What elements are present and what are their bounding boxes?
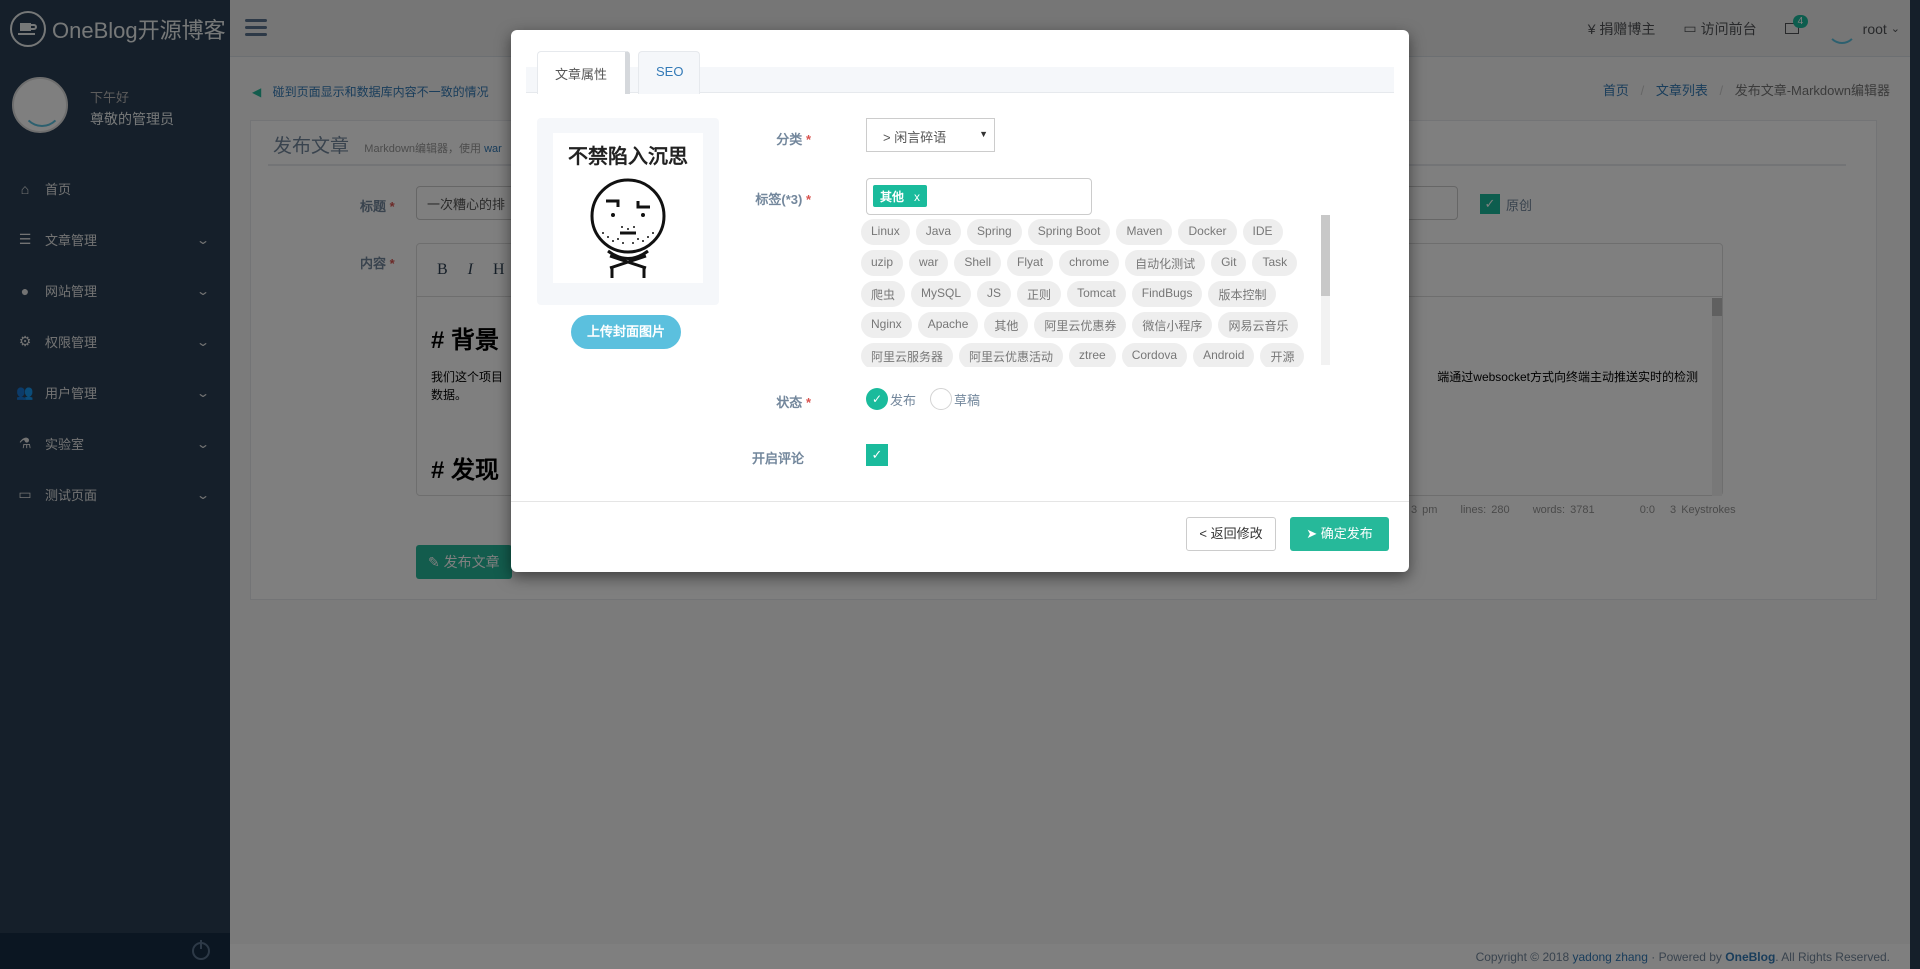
tag-option[interactable]: JS — [977, 280, 1012, 307]
tag-option[interactable]: 微信小程序 — [1132, 311, 1213, 338]
tag-option[interactable]: Cordova — [1121, 342, 1188, 367]
tag-option[interactable]: 阿里云优惠券 — [1034, 311, 1127, 338]
tag-option[interactable]: 自动化测试 — [1125, 249, 1206, 276]
modal-tabs: 文章属性 SEO — [526, 51, 1394, 94]
status-label: 状态 * — [691, 392, 811, 411]
back-to-edit-button[interactable]: < 返回修改 — [1186, 517, 1276, 551]
tag-option[interactable]: MySQL — [911, 280, 972, 307]
tag-option[interactable]: uzip — [861, 249, 904, 276]
tag-option[interactable]: 开源 — [1260, 342, 1305, 367]
tag-option[interactable]: Apache — [917, 311, 979, 338]
tag-option[interactable]: Task — [1252, 249, 1298, 276]
tag-cloud-scrollbar[interactable] — [1321, 215, 1330, 365]
tag-cloud: Linux Java Spring Spring Boot Maven Docker IDE… — [861, 216, 1321, 367]
tag-row: Nginx Apache 其他 阿里云优惠券 微信小程序 网易云音乐 — [861, 309, 1321, 340]
tag-option[interactable]: chrome — [1059, 249, 1120, 276]
required-mark: * — [805, 395, 811, 410]
comment-label: 开启评论 — [751, 451, 804, 466]
enable-comment-checkbox[interactable]: ✓ — [866, 444, 888, 466]
tag-option[interactable]: 版本控制 — [1208, 280, 1277, 307]
category-label: 分类 * — [691, 129, 811, 148]
cover-image[interactable]: 不禁陷入沉思 — [553, 133, 703, 283]
tag-option[interactable]: Spring — [967, 218, 1022, 245]
required-mark: * — [805, 192, 811, 207]
tag-row: 爬虫 MySQL JS 正则 Tomcat FindBugs 版本控制 — [861, 278, 1321, 309]
category-value: > 闲言碎语 — [883, 130, 947, 145]
category-label-text: 分类 — [776, 132, 803, 147]
tag-row: 阿里云服务器 阿里云优惠活动 ztree Cordova Android 开源 — [861, 340, 1321, 367]
tag-option[interactable]: 其他 — [984, 311, 1029, 338]
confirm-publish-button[interactable]: ➤ 确定发布 — [1290, 517, 1389, 551]
selected-tag: 其他 x — [873, 185, 928, 207]
required-mark: * — [805, 132, 811, 147]
tags-input[interactable]: 其他 x — [866, 178, 1092, 215]
tag-option[interactable]: 网易云音乐 — [1218, 311, 1299, 338]
status-draft-radio[interactable] — [930, 388, 953, 410]
publish-modal: 文章属性 SEO 不禁陷入沉思 上传封面图片 分类 * > 闲言碎语 ▼ 标签(… — [511, 30, 1409, 572]
tag-option[interactable]: 阿里云优惠活动 — [959, 342, 1064, 367]
tags-label-text: 标签(*3) — [755, 192, 803, 207]
caret-down-icon: ▼ — [979, 129, 988, 139]
status-draft-label: 草稿 — [954, 392, 981, 408]
confirm-label: 确定发布 — [1320, 526, 1373, 541]
tag-option[interactable]: Shell — [954, 249, 1002, 276]
tag-option[interactable]: Git — [1211, 249, 1247, 276]
tag-option[interactable]: Linux — [861, 218, 910, 245]
tag-option[interactable]: Android — [1193, 342, 1255, 367]
tags-label: 标签(*3) * — [691, 189, 811, 208]
status-label-text: 状态 — [776, 395, 803, 410]
tag-option[interactable]: IDE — [1242, 218, 1283, 245]
paper-plane-icon: ➤ — [1306, 526, 1318, 541]
tag-option[interactable]: Tomcat — [1067, 280, 1126, 307]
tag-option[interactable]: Flyat — [1007, 249, 1054, 276]
thinking-face-icon — [590, 178, 666, 278]
tag-option[interactable]: Nginx — [861, 311, 912, 338]
status-publish-radio[interactable]: ✓ — [866, 388, 888, 410]
tag-row: uzip war Shell Flyat chrome 自动化测试 Git Task — [861, 247, 1321, 278]
tab-seo[interactable]: SEO — [638, 51, 700, 94]
tag-option[interactable]: 爬虫 — [861, 280, 906, 307]
modal-footer-divider — [511, 501, 1409, 502]
status-radio-group: ✓ 发布 草稿 — [866, 388, 980, 410]
tag-row: Linux Java Spring Spring Boot Maven Docker IDE — [861, 216, 1321, 247]
tag-option[interactable]: Docker — [1178, 218, 1237, 245]
upload-cover-button[interactable]: 上传封面图片 — [571, 315, 681, 349]
app-root: OneBlog开源博客 下午好 尊敬的管理员 ⌂ 首页 ☰ 文章管理 ⌄ ● 网… — [0, 0, 1920, 969]
tag-option[interactable]: 阿里云服务器 — [861, 342, 954, 367]
selected-tag-label: 其他 — [880, 190, 905, 204]
tag-option[interactable]: war — [909, 249, 949, 276]
tab-article-properties[interactable]: 文章属性 — [537, 51, 630, 94]
remove-tag-icon[interactable]: x — [914, 190, 920, 204]
cover-caption: 不禁陷入沉思 — [568, 146, 688, 168]
tag-option[interactable]: Maven — [1116, 218, 1173, 245]
tag-option[interactable]: FindBugs — [1131, 280, 1203, 307]
tag-option[interactable]: ztree — [1069, 342, 1116, 367]
category-select[interactable]: > 闲言碎语 ▼ — [866, 118, 995, 152]
tag-option[interactable]: 正则 — [1017, 280, 1062, 307]
status-publish-label: 发布 — [890, 392, 917, 408]
tag-option[interactable]: Java — [915, 218, 962, 245]
tag-option[interactable]: Spring Boot — [1027, 218, 1111, 245]
